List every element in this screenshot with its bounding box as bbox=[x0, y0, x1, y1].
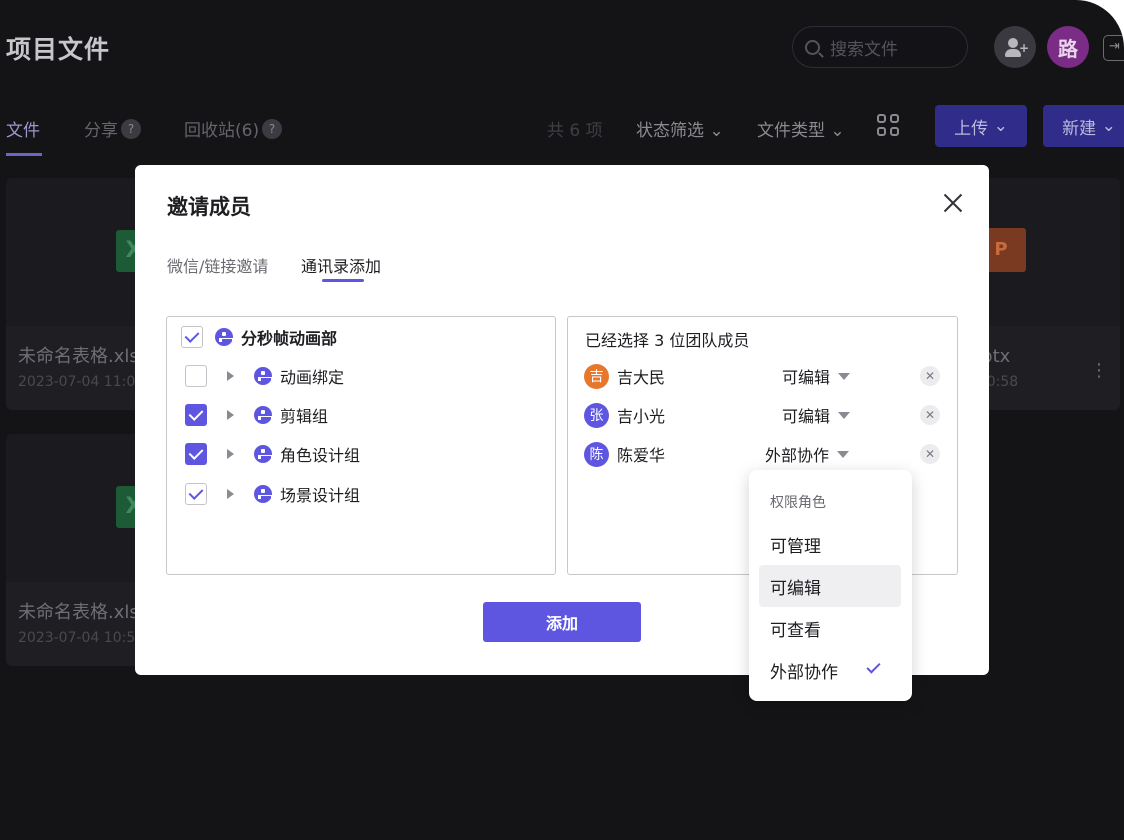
member-row: 张 吉小光 可编辑 ✕ bbox=[584, 402, 942, 428]
checkbox[interactable] bbox=[185, 483, 207, 505]
tab-contacts-add[interactable]: 通讯录添加 bbox=[301, 253, 381, 277]
tab-share[interactable]: 分享? bbox=[84, 116, 141, 141]
org-icon bbox=[254, 406, 274, 424]
tree-item-label: 剪辑组 bbox=[280, 407, 329, 426]
checkbox[interactable] bbox=[185, 443, 207, 465]
selected-count-label: 已经选择 3 位团队成员 bbox=[585, 331, 750, 350]
role-select[interactable]: 可编辑 bbox=[782, 364, 851, 388]
search-icon bbox=[805, 39, 820, 55]
org-icon bbox=[254, 445, 274, 463]
search-input[interactable]: 搜索文件 bbox=[792, 26, 968, 68]
file-type-dropdown[interactable]: 文件类型 ⌄ bbox=[757, 116, 845, 141]
item-count: 共 6 项 bbox=[547, 121, 603, 141]
expand-icon[interactable] bbox=[227, 489, 234, 499]
role-select[interactable]: 外部协作 bbox=[765, 442, 850, 466]
member-row: 陈 陈爱华 外部协作 ✕ bbox=[584, 441, 942, 467]
tree-item-label: 角色设计组 bbox=[280, 446, 361, 465]
dropdown-header: 权限角色 bbox=[770, 495, 826, 511]
app-window: 项目文件 搜索文件 + 路 ⇥ 文件 分享? 回收站(6)? 共 6 项 状态筛… bbox=[0, 0, 1124, 840]
role-option-manage[interactable]: 可管理 bbox=[759, 523, 901, 565]
org-icon bbox=[215, 328, 235, 346]
tree-root-item[interactable]: 分秒帧动画部 bbox=[181, 325, 337, 349]
role-dropdown-menu: 权限角色 可管理 可编辑 可查看 外部协作 bbox=[749, 470, 912, 701]
new-button[interactable]: 新建 ⌄ bbox=[1043, 105, 1124, 147]
tab-files[interactable]: 文件 bbox=[6, 116, 40, 141]
remove-icon[interactable]: ✕ bbox=[920, 366, 940, 386]
expand-icon[interactable] bbox=[227, 449, 234, 459]
help-icon[interactable]: ? bbox=[121, 118, 141, 139]
grid-view-icon[interactable] bbox=[877, 114, 899, 136]
avatar: 吉 bbox=[584, 363, 609, 389]
role-select[interactable]: 可编辑 bbox=[782, 403, 851, 427]
add-user-button[interactable]: + bbox=[994, 26, 1036, 68]
member-name: 陈爱华 bbox=[617, 446, 666, 465]
remove-icon[interactable]: ✕ bbox=[920, 444, 940, 464]
tab-wechat-link-invite[interactable]: 微信/链接邀请 bbox=[167, 253, 268, 277]
add-user-icon bbox=[1008, 38, 1018, 48]
tree-item[interactable]: 剪辑组 bbox=[185, 403, 328, 427]
caret-down-icon bbox=[838, 372, 851, 380]
logout-icon[interactable]: ⇥ bbox=[1103, 35, 1124, 61]
help-icon[interactable]: ? bbox=[262, 118, 283, 139]
role-option-view[interactable]: 可查看 bbox=[759, 607, 901, 649]
checkbox[interactable] bbox=[185, 365, 207, 387]
avatar: 张 bbox=[584, 402, 609, 428]
status-filter-dropdown[interactable]: 状态筛选 ⌄ bbox=[636, 116, 724, 141]
caret-down-icon bbox=[837, 450, 850, 458]
expand-icon[interactable] bbox=[227, 410, 234, 420]
member-row: 吉 吉大民 可编辑 ✕ bbox=[584, 363, 942, 389]
member-name: 吉小光 bbox=[617, 407, 666, 426]
search-placeholder: 搜索文件 bbox=[830, 39, 898, 60]
org-icon bbox=[254, 367, 274, 385]
page-title: 项目文件 bbox=[6, 35, 111, 64]
close-icon[interactable] bbox=[941, 191, 965, 215]
file-name: 未命名表格.xlsx bbox=[18, 602, 150, 623]
org-tree-panel: 分秒帧动画部 动画绑定 剪辑组 角色设计组 场景设计组 bbox=[166, 316, 556, 575]
tree-item[interactable]: 角色设计组 bbox=[185, 442, 360, 466]
more-icon[interactable]: ⋮ bbox=[1090, 360, 1108, 381]
remove-icon[interactable]: ✕ bbox=[920, 405, 940, 425]
file-date: 2023-07-04 11:03 bbox=[18, 374, 145, 390]
file-name: 未命名表格.xlsx bbox=[18, 346, 150, 367]
expand-icon[interactable] bbox=[227, 371, 234, 381]
tree-item[interactable]: 场景设计组 bbox=[185, 482, 360, 506]
checkbox[interactable] bbox=[181, 326, 203, 348]
tab-recycle-bin[interactable]: 回收站(6)? bbox=[184, 116, 283, 141]
caret-down-icon bbox=[838, 411, 851, 419]
tree-item-label: 动画绑定 bbox=[280, 368, 345, 387]
tree-root-label: 分秒帧动画部 bbox=[241, 329, 338, 348]
avatar[interactable]: 路 bbox=[1047, 26, 1089, 68]
upload-button[interactable]: 上传 ⌄ bbox=[935, 105, 1027, 147]
tree-item-label: 场景设计组 bbox=[280, 486, 361, 505]
file-date: 2023-07-04 10:58 bbox=[18, 630, 145, 646]
checkbox[interactable] bbox=[185, 404, 207, 426]
role-option-edit[interactable]: 可编辑 bbox=[759, 565, 901, 607]
check-icon bbox=[866, 659, 881, 674]
member-name: 吉大民 bbox=[617, 368, 666, 387]
role-option-external[interactable]: 外部协作 bbox=[759, 649, 901, 691]
tree-item[interactable]: 动画绑定 bbox=[185, 364, 344, 388]
tab-active-indicator bbox=[6, 153, 42, 156]
tab-active-indicator bbox=[322, 279, 364, 282]
add-button[interactable]: 添加 bbox=[483, 602, 641, 642]
avatar: 陈 bbox=[584, 441, 609, 467]
org-icon bbox=[254, 485, 274, 503]
modal-title: 邀请成员 bbox=[167, 195, 251, 219]
